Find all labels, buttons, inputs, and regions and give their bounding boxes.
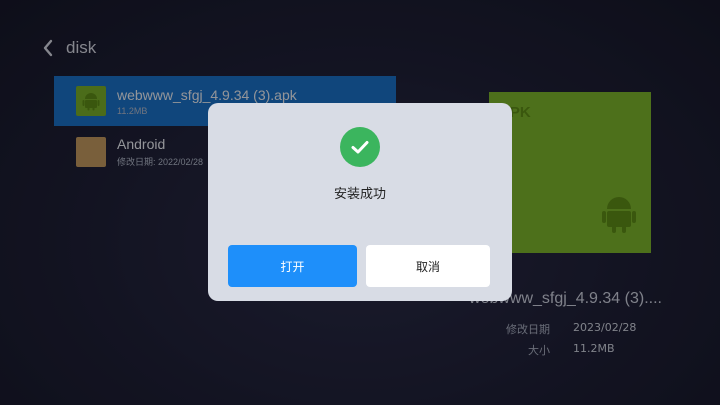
open-button[interactable]: 打开 xyxy=(228,245,357,287)
check-circle-icon xyxy=(340,127,380,167)
dialog-message: 安装成功 xyxy=(333,187,386,202)
install-success-dialog: 安装成功 打开 取消 xyxy=(208,103,512,301)
cancel-button[interactable]: 取消 xyxy=(366,245,490,287)
